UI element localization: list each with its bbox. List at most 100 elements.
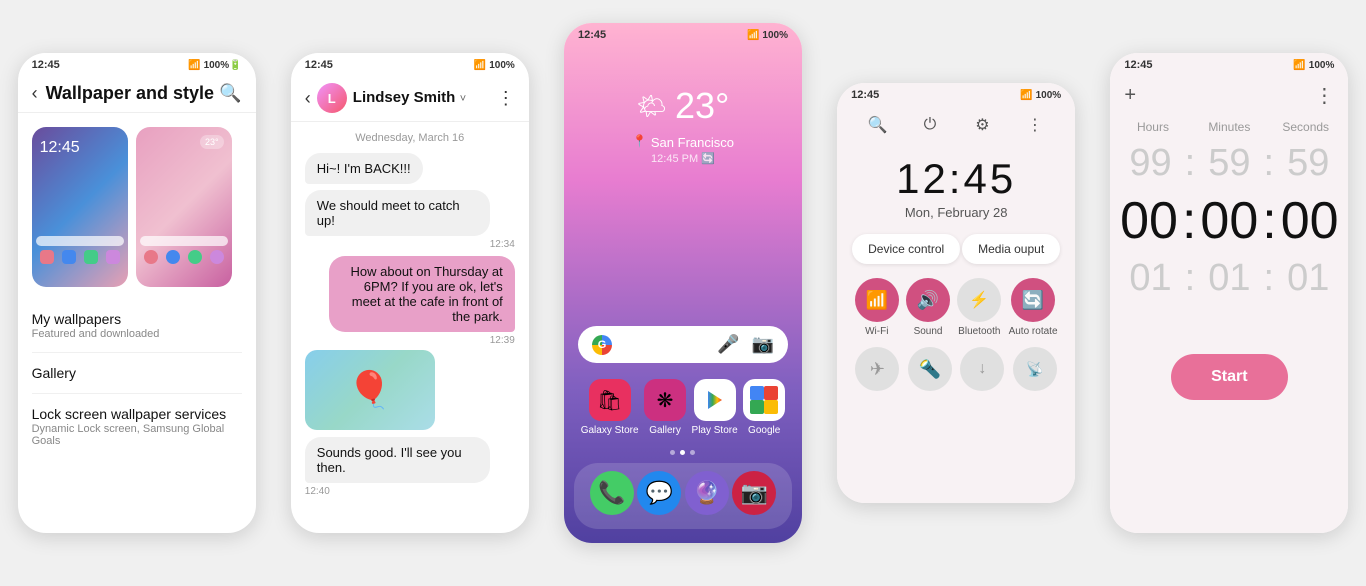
- autorotate-toggle[interactable]: 🔄 Auto rotate: [1009, 278, 1058, 337]
- home-page-dots: [564, 450, 802, 455]
- download-toggle[interactable]: ↓: [960, 347, 1004, 395]
- menu-my-wallpapers[interactable]: My wallpapers Featured and downloaded: [18, 301, 256, 350]
- media-output-btn[interactable]: Media ouput: [962, 234, 1060, 264]
- bluetooth-icon-circle: ⚡: [957, 278, 1001, 322]
- icon-dot-b: [62, 250, 76, 264]
- wallpaper-previews: 12:45 23°: [18, 113, 256, 301]
- wifi-toggle[interactable]: 📶 Wi-Fi: [855, 278, 899, 337]
- search-icon-qs[interactable]: 🔍: [863, 111, 891, 139]
- wifi-icon-1: 📶: [188, 60, 200, 71]
- play-store-label: Play Store: [692, 425, 738, 436]
- city-row: 📍 San Francisco: [632, 131, 734, 150]
- sound-toggle[interactable]: 🔊 Sound: [906, 278, 950, 337]
- settings-icon-qs[interactable]: ⚙: [968, 111, 996, 139]
- timer-top-row: 99 : 59 : 59: [1110, 138, 1348, 189]
- dropdown-icon[interactable]: ˅: [460, 93, 466, 105]
- search-icon-1[interactable]: 🔍: [219, 83, 241, 104]
- icon-dot-r2: [144, 250, 158, 264]
- camera-dock-icon[interactable]: 📷: [732, 471, 776, 515]
- home-app-google[interactable]: Google: [743, 379, 785, 436]
- timer-bot-s: 01: [1278, 257, 1338, 300]
- dot-3: [690, 450, 695, 455]
- flashlight-icon-circle: 🔦: [908, 347, 952, 391]
- sound-toggle-label: Sound: [914, 326, 943, 337]
- more-icon-qs[interactable]: ⋮: [1021, 111, 1049, 139]
- bluetooth-toggle-label: Bluetooth: [958, 326, 1000, 337]
- qs-date: Mon, February 28: [837, 205, 1075, 220]
- wifi-toggle-label: Wi-Fi: [865, 326, 888, 337]
- status-time-5: 12:45: [1124, 59, 1152, 71]
- airplane-toggle[interactable]: ✈: [855, 347, 899, 395]
- bixby-dock-icon[interactable]: 🔮: [685, 471, 729, 515]
- back-icon-2[interactable]: ‹: [305, 88, 311, 109]
- device-control-btn[interactable]: Device control: [852, 234, 960, 264]
- qs-top-icons: 🔍 ⏻ ⚙ ⋮: [837, 105, 1075, 145]
- msg-bubble-3-row: How about on Thursday at 6PM? If you are…: [291, 253, 529, 335]
- home-app-play-store[interactable]: Play Store: [692, 379, 738, 436]
- wallpaper-preview-2[interactable]: 23°: [136, 127, 232, 287]
- home-search-bar[interactable]: G 🎤 📷: [578, 326, 788, 363]
- status-icons-4: 📶 100%: [1020, 90, 1061, 101]
- msg-contact-name: Lindsey Smith: [353, 89, 456, 106]
- news-toggle[interactable]: 📡: [1013, 347, 1057, 395]
- timer-plus-icon[interactable]: +: [1124, 84, 1136, 107]
- timer-bottom-row: 01 : 01 : 01: [1110, 253, 1348, 304]
- status-bar-2: 12:45 📶 100%: [291, 53, 529, 75]
- qs-toggle-row-1: 📶 Wi-Fi 🔊 Sound ⚡ Bluetooth 🔄 Auto rotat…: [837, 278, 1075, 337]
- msg-text-3: How about on Thursday at 6PM? If you are…: [329, 256, 515, 332]
- qs-toggle-row-2: ✈ 🔦 ↓ 📡: [837, 347, 1075, 395]
- timer-header: + ⋮: [1110, 75, 1348, 116]
- wp-search-1: [36, 236, 124, 246]
- gallery-icon: ❋: [644, 379, 686, 421]
- timer-colon-2-bot: :: [1264, 257, 1275, 300]
- home-app-row-1: 🛍 Galaxy Store ❋ Gallery Play Store Goog…: [564, 373, 802, 442]
- home-temp: 23°: [675, 85, 729, 127]
- mic-icon[interactable]: 🎤: [717, 334, 739, 355]
- lens-icon[interactable]: 📷: [752, 334, 774, 355]
- timer-top-s: 59: [1278, 142, 1338, 185]
- messages-dock-icon[interactable]: 💬: [637, 471, 681, 515]
- power-icon-qs[interactable]: ⏻: [916, 111, 944, 139]
- flashlight-toggle[interactable]: 🔦: [908, 347, 952, 395]
- gallery-label: Gallery: [32, 365, 242, 381]
- msg-bubble-1: Hi~! I'm BACK!!!: [291, 150, 529, 187]
- msg-header-left: ‹ L Lindsey Smith ˅: [305, 83, 466, 113]
- home-time-small: 12:45 PM 🔄: [651, 152, 715, 165]
- timer-top-m: 59: [1199, 142, 1259, 185]
- timer-colon-2-main: :: [1262, 191, 1276, 251]
- back-icon-1[interactable]: ‹: [32, 83, 38, 104]
- timer-main-h: 00: [1120, 191, 1178, 251]
- phone-wallpaper: 12:45 📶 100%🔋 ‹ Wallpaper and style 🔍 12…: [18, 53, 256, 533]
- google-label: Google: [748, 425, 780, 436]
- wp-clock-1: 12:45: [40, 139, 80, 157]
- msg-time-3: 12:39: [291, 335, 529, 346]
- wp-widget: 23°: [200, 135, 224, 149]
- msg-header: ‹ L Lindsey Smith ˅ ⋮: [291, 75, 529, 122]
- bluetooth-toggle[interactable]: ⚡ Bluetooth: [957, 278, 1001, 337]
- home-app-gallery[interactable]: ❋ Gallery: [644, 379, 686, 436]
- download-icon-circle: ↓: [960, 347, 1004, 391]
- home-bottom-space: [564, 529, 802, 543]
- google-g-logo: G: [592, 335, 612, 355]
- menu-lock-screen[interactable]: Lock screen wallpaper services Dynamic L…: [18, 396, 256, 457]
- icon-dot-p: [106, 250, 120, 264]
- phone-dock-icon[interactable]: 📞: [590, 471, 634, 515]
- timer-start-button[interactable]: Start: [1171, 354, 1287, 400]
- home-app-galaxy-store[interactable]: 🛍 Galaxy Store: [581, 379, 639, 436]
- wp-icons-2: [140, 250, 228, 264]
- lock-screen-sub: Dynamic Lock screen, Samsung Global Goal…: [32, 423, 242, 447]
- timer-more-icon[interactable]: ⋮: [1314, 83, 1334, 108]
- wallpaper-preview-1[interactable]: 12:45: [32, 127, 128, 287]
- balloon-emoji: 🎈: [347, 369, 392, 411]
- phone-quicksettings: 12:45 📶 100% 🔍 ⏻ ⚙ ⋮ 12:45 Mon, February…: [837, 83, 1075, 503]
- home-city: San Francisco: [651, 135, 734, 150]
- phone-messages: 12:45 📶 100% ‹ L Lindsey Smith ˅ ⋮ Wedne…: [291, 53, 529, 533]
- status-time-4: 12:45: [851, 89, 879, 101]
- more-icon-2[interactable]: ⋮: [497, 88, 515, 109]
- timer-main-m: 00: [1200, 191, 1258, 251]
- minutes-label: Minutes: [1201, 120, 1258, 134]
- menu-gallery[interactable]: Gallery: [18, 355, 256, 391]
- wp-ui-1: [36, 236, 124, 267]
- msg-contact-row: Lindsey Smith ˅: [353, 89, 466, 107]
- msg-text-2: We should meet to catch up!: [305, 190, 491, 236]
